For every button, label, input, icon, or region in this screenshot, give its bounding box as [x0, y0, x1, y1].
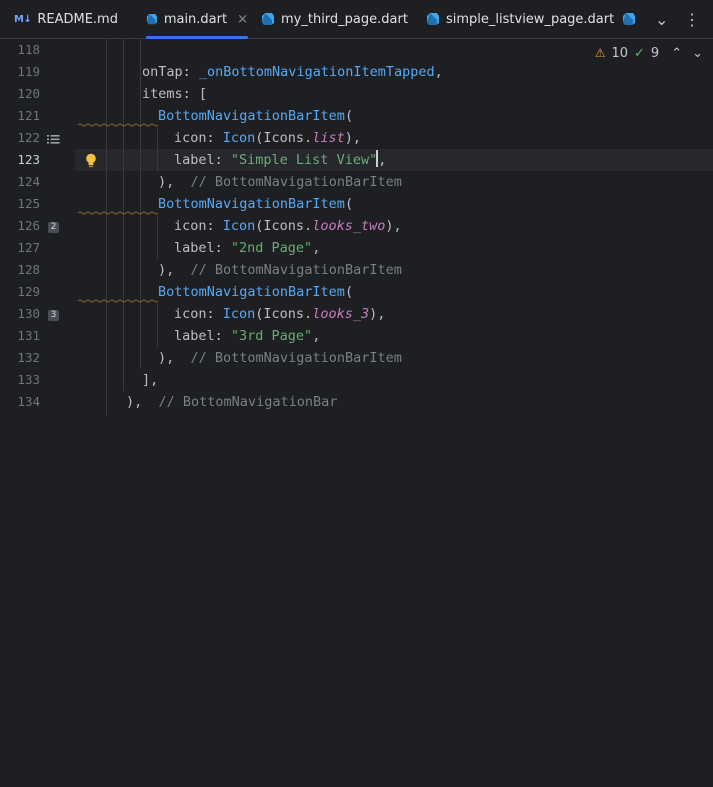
code-line-127: label: "2nd Page",: [174, 240, 321, 256]
code-line-130: icon: Icon(Icons.looks_3),: [174, 306, 386, 322]
tab-label: main.dart: [163, 11, 228, 27]
code-line-122: icon: Icon(Icons.list),: [174, 130, 361, 146]
warning-squiggles: [78, 123, 158, 303]
more-options-icon[interactable]: ⋮: [684, 0, 700, 38]
tab-label: simple_listview_page.dart: [446, 11, 615, 27]
tab-readme[interactable]: M↓ README.md: [14, 0, 118, 38]
more-tabs[interactable]: [622, 0, 636, 38]
dart-icon: [623, 13, 635, 25]
weak-warning-icon: ✓: [634, 45, 645, 61]
markdown-icon: M↓: [14, 13, 32, 25]
inspections-widget[interactable]: ⚠ 10 ✓ 9 ⌃ ⌄: [594, 39, 713, 67]
dart-icon: [262, 13, 274, 25]
tab-main-dart[interactable]: main.dart ×: [146, 0, 248, 39]
code-line-131: label: "3rd Page",: [174, 328, 321, 344]
code-line-124: ), // BottomNavigationBarItem: [158, 174, 402, 190]
tab-label: my_third_page.dart: [281, 11, 408, 27]
tab-simple-listview-page[interactable]: simple_listview_page.dart: [426, 0, 614, 38]
code-line-132: ), // BottomNavigationBarItem: [158, 350, 402, 366]
code-editor[interactable]: 118 119 120 121 122 123 124 125 126 127 128 129 130 1…: [0, 39, 713, 416]
dart-icon: [427, 13, 439, 25]
chevron-up-icon[interactable]: ⌃: [671, 46, 682, 61]
code-line-123: label: "Simple List View",: [174, 150, 387, 168]
dart-icon: [146, 13, 157, 25]
code-line-121: BottomNavigationBarItem(: [158, 108, 354, 124]
code-line-129: BottomNavigationBarItem(: [158, 284, 354, 300]
code-line-126: icon: Icon(Icons.looks_two),: [174, 218, 402, 234]
chevron-down-icon[interactable]: ⌄: [655, 0, 668, 38]
warning-icon: ⚠: [594, 46, 606, 60]
editor-tab-bar: M↓ README.md main.dart × my_third_page.d…: [0, 0, 713, 39]
code-line-128: ), // BottomNavigationBarItem: [158, 262, 402, 278]
code-line-119: onTap: _onBottomNavigationItemTapped,: [142, 64, 443, 80]
chevron-down-icon[interactable]: ⌄: [692, 46, 703, 61]
tab-label: README.md: [37, 11, 118, 27]
weak-warning-count: 9: [650, 45, 660, 61]
close-icon[interactable]: ×: [237, 12, 248, 27]
warning-count: 10: [611, 45, 628, 61]
tab-my-third-page[interactable]: my_third_page.dart: [261, 0, 408, 38]
code-line-125: BottomNavigationBarItem(: [158, 196, 354, 212]
